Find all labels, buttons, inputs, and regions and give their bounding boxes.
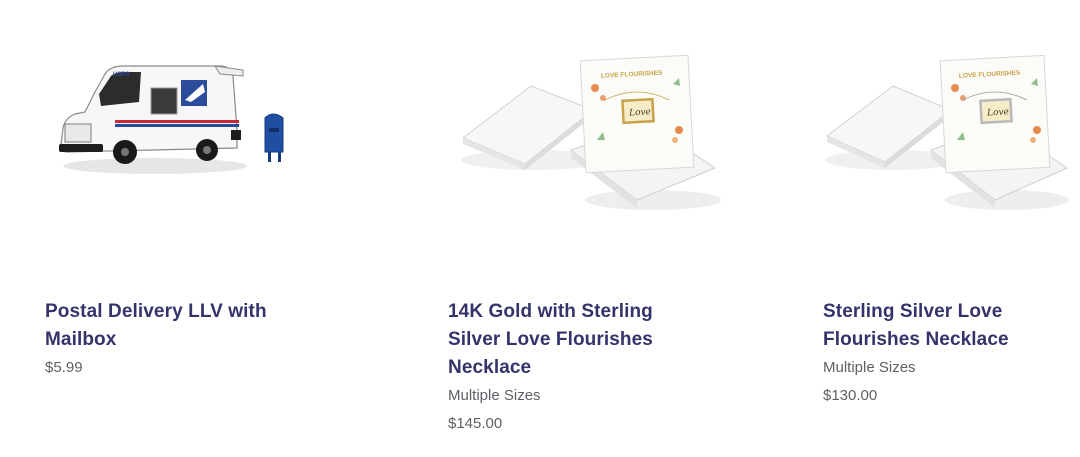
product-image-gold-love-necklace[interactable]: LOVE FLOURISHES Love [453,40,723,230]
product-title[interactable]: Sterling Silver Love Flourishes Necklace [823,298,1033,354]
pendant-text: Love [628,107,651,118]
pendant-text: Love [986,107,1009,118]
product-title[interactable]: Postal Delivery LLV with Mailbox [45,298,295,354]
product-image-llv-truck[interactable]: USPS [55,40,325,230]
product-price: $130.00 [823,387,878,404]
product-title[interactable]: 14K Gold with Sterling Silver Love Flour… [448,298,678,382]
product-sizes: Multiple Sizes [448,387,541,404]
product-price: $5.99 [45,359,83,376]
product-grid: USPS Postal Delivery LLV with Mailbox $5… [0,0,1080,457]
truck-side-text: USPS [113,72,129,78]
product-image-sterling-love-necklace[interactable]: LOVE FLOURISHES Love [823,40,1073,230]
product-sizes: Multiple Sizes [823,359,916,376]
product-price: $145.00 [448,415,503,432]
